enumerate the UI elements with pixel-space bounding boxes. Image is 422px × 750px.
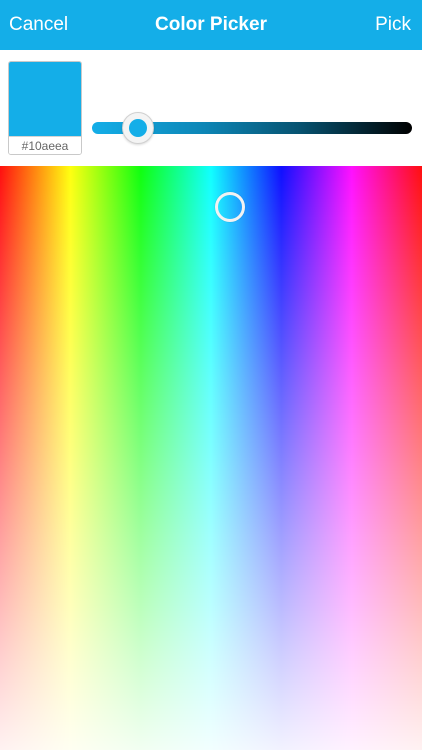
color-swatch: #10aeea — [8, 61, 82, 155]
brightness-slider-handle[interactable] — [122, 112, 155, 144]
navigation-bar: Cancel Color Picker Pick — [0, 0, 422, 50]
spectrum-white-overlay — [0, 166, 422, 750]
spectrum-selection-cursor[interactable] — [214, 191, 245, 222]
page-title: Color Picker — [155, 14, 267, 35]
brightness-handle-dot — [129, 119, 148, 137]
color-preview — [9, 62, 81, 136]
color-spectrum[interactable] — [0, 166, 422, 750]
color-controls: #10aeea — [0, 50, 422, 166]
hex-value-label: #10aeea — [9, 136, 81, 154]
pick-button[interactable]: Pick — [375, 13, 411, 37]
